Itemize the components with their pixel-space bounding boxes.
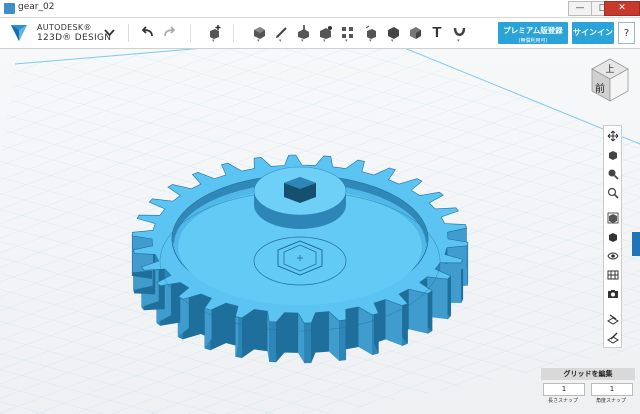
zoom-button[interactable] — [604, 164, 621, 183]
view-cube-top-label: 上 — [605, 64, 614, 75]
window-title: gear_02 — [18, 2, 55, 12]
screenshot-button[interactable] — [604, 284, 621, 303]
length-snap-field[interactable]: 1 — [543, 383, 585, 396]
modify-button[interactable]: ▾ — [316, 22, 334, 44]
gear-tooth-flank — [210, 303, 226, 351]
undo-button[interactable] — [138, 22, 156, 42]
toolbar-divider — [128, 24, 129, 42]
pattern-button[interactable]: ▾ — [338, 22, 356, 44]
solid-box-icon — [409, 26, 421, 39]
angle-snap-field[interactable]: 1 — [591, 383, 633, 396]
zoom-window-button[interactable] — [604, 183, 621, 202]
signin-button[interactable]: サインイン — [572, 22, 614, 44]
solid-cube-icon — [608, 232, 617, 242]
combine-button[interactable]: ▾ — [384, 22, 402, 44]
undo-arrow-icon — [141, 25, 153, 36]
magnifier-icon — [607, 187, 619, 199]
gear-tooth-flank — [408, 289, 428, 334]
gear-tooth-flank — [358, 306, 373, 355]
orbit-button[interactable] — [604, 145, 621, 164]
primitives-button[interactable]: ▾ — [250, 22, 268, 44]
pan-arrows-icon — [607, 130, 618, 141]
eye-icon — [606, 252, 619, 259]
grid-edit-panel: グリッドを編集 1 1 長さスナップ 角度スナップ — [541, 368, 635, 414]
snap-grid-button[interactable] — [604, 309, 621, 328]
construct-button[interactable]: ▾ — [294, 22, 312, 44]
main-toolbar: AUTODESK® 123D® DESIGN ▾ ▾ ▾ ▾ ▾ ▾ ▾ ▾ T… — [0, 18, 640, 49]
close-button[interactable]: ✕ — [604, 1, 640, 16]
redo-arrow-icon — [163, 25, 175, 36]
gear-tooth-side — [304, 322, 312, 364]
angle-snap-label: 角度スナップ — [595, 398, 626, 404]
minimize-button[interactable]: — — [568, 1, 592, 16]
gear-tooth-side — [338, 319, 347, 361]
orbit-icon — [608, 150, 617, 160]
gear-tooth-side — [269, 321, 277, 363]
toolbar-divider — [190, 24, 191, 42]
perspective-button[interactable] — [604, 227, 621, 246]
material-button[interactable] — [604, 265, 621, 284]
gear-tooth-flank — [447, 228, 467, 273]
help-button[interactable]: ? — [618, 22, 635, 44]
length-snap-label: 長さスナップ — [547, 398, 578, 404]
navigation-toolbar — [603, 125, 622, 348]
view-cube[interactable]: 上 前 — [588, 57, 632, 105]
fit-cube-icon — [607, 212, 618, 223]
paint-brush-icon — [606, 332, 619, 344]
grid-snap-icon — [606, 314, 619, 325]
visibility-button[interactable] — [604, 246, 621, 265]
camera-icon — [607, 289, 618, 298]
3d-viewport[interactable]: 上 前 グリッドを編集 1 1 長さスナップ 角度スナップ — [0, 49, 640, 414]
material-grid-icon — [607, 270, 618, 279]
scene-canvas — [0, 49, 640, 414]
group-button[interactable]: ▾ — [362, 22, 380, 44]
edit-grid-button[interactable]: グリッドを編集 — [541, 368, 635, 380]
premium-signup-button[interactable]: プレミアム版登録 (無償利用可) — [498, 22, 568, 44]
window-titlebar: gear_02 — □ ✕ — [0, 0, 640, 18]
measure-button[interactable] — [406, 22, 424, 42]
snap-button[interactable]: ▾ — [450, 22, 468, 44]
toolbar-divider — [233, 24, 234, 42]
premium-label: プレミアム版登録 — [503, 26, 563, 35]
zoom-icon — [608, 169, 619, 180]
view-cube-front-label: 前 — [595, 82, 605, 95]
new-shape-button[interactable]: ▾ — [205, 22, 223, 44]
text-tool-icon: T — [432, 23, 442, 41]
material-paint-button[interactable] — [604, 328, 621, 347]
sketch-button[interactable]: ▾ — [272, 22, 290, 44]
gear-tooth-flank — [385, 299, 403, 346]
app-icon — [4, 3, 15, 14]
premium-sublabel: (無償利用可) — [518, 38, 548, 44]
pan-button[interactable] — [604, 126, 621, 145]
text-button[interactable]: T — [428, 22, 446, 42]
fit-button[interactable] — [604, 208, 621, 227]
app-logo-icon[interactable] — [9, 23, 29, 43]
app-menu-chevron-icon[interactable] — [100, 22, 118, 42]
side-panel-tab[interactable] — [632, 232, 640, 256]
redo-button[interactable] — [160, 22, 178, 42]
brand-line1: AUTODESK® — [37, 23, 92, 32]
